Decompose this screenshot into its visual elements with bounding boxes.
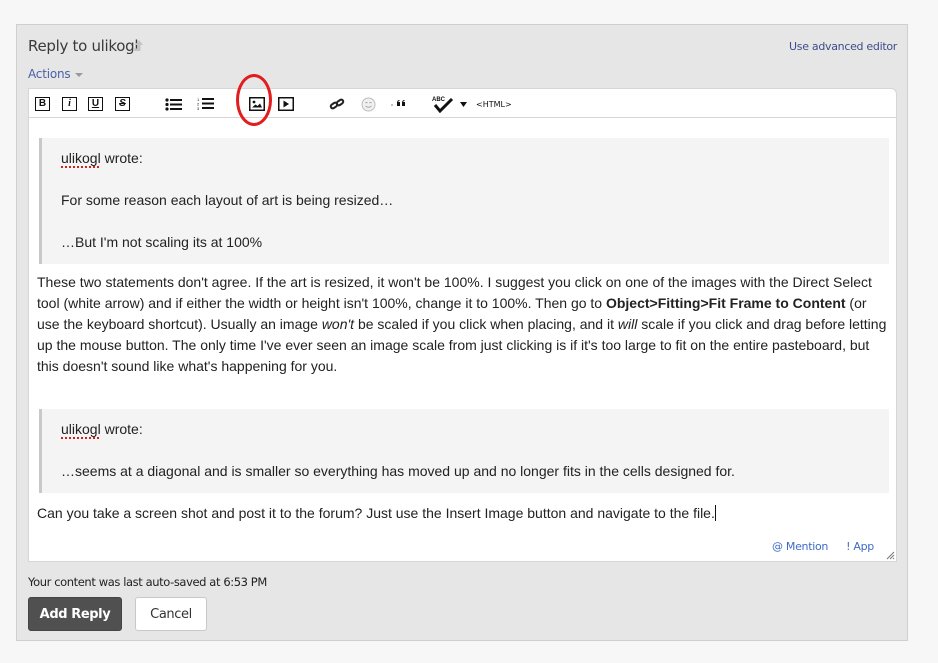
italic-icon: i [62, 97, 77, 111]
blockquote-button[interactable] [391, 97, 407, 111]
link-icon [329, 98, 345, 110]
spellcheck-button[interactable]: ABC [432, 94, 456, 114]
bold-icon: B [35, 97, 50, 111]
strikethrough-icon: S [115, 97, 130, 111]
italic-button[interactable]: i [62, 97, 77, 111]
reply-paragraph: Can you take a screen shot and post it t… [37, 503, 887, 524]
actions-dropdown[interactable]: Actions [28, 67, 84, 81]
reply-title: Reply to ulikogl [28, 37, 139, 55]
html-button[interactable]: <HTML> [476, 97, 512, 111]
rich-text-editor[interactable]: B i U S 1 2 3 ABC <HTML> ulikogl wrote: … [28, 74, 897, 562]
underline-button[interactable]: U [88, 97, 103, 111]
quote-wrote-label: wrote: [100, 421, 143, 437]
quote-text: …But I'm not scaling its at 100% [61, 234, 263, 250]
quote-author-line: ulikogl wrote: [61, 148, 143, 169]
use-advanced-editor-link[interactable]: Use advanced editor [789, 40, 897, 53]
quote-wrote-label: wrote: [100, 150, 143, 166]
cancel-button[interactable]: Cancel [135, 597, 207, 631]
spellcheck-dropdown[interactable] [460, 97, 467, 111]
editor-footer: @ Mention ! App [754, 540, 874, 553]
bold-button[interactable]: B [35, 97, 50, 111]
quote-author: ulikogl [61, 421, 101, 437]
play-icon [278, 97, 294, 111]
image-icon [249, 97, 265, 111]
resize-handle-icon[interactable] [885, 550, 895, 560]
quote-block: ulikogl wrote: …seems at a diagonal and … [39, 409, 889, 493]
insert-image-button[interactable] [249, 97, 265, 111]
numbered-list-icon: 1 2 3 [197, 97, 214, 111]
strikethrough-button[interactable]: S [115, 97, 130, 111]
underline-icon: U [88, 97, 103, 111]
mention-link[interactable]: @ Mention [772, 540, 828, 553]
bullet-list-icon [165, 97, 182, 111]
svg-text:3: 3 [197, 106, 200, 111]
editor-toolbar: B i U S 1 2 3 ABC <HTML> [29, 74, 896, 126]
upload-arrow-icon [133, 40, 143, 51]
chevron-down-icon [75, 72, 84, 77]
app-link[interactable]: ! App [846, 540, 874, 553]
insert-link-button[interactable] [329, 97, 345, 111]
svg-text:ABC: ABC [432, 97, 446, 103]
quote-block: ulikogl wrote: For some reason each layo… [39, 138, 889, 264]
insert-video-button[interactable] [278, 97, 294, 111]
text-cursor [714, 505, 716, 521]
italic-text: won't [321, 316, 355, 332]
reply-paragraph: These two statements don't agree. If the… [37, 272, 887, 377]
emoji-button[interactable] [361, 97, 376, 111]
spellcheck-icon: ABC [432, 97, 454, 113]
quote-author: ulikogl [61, 150, 101, 166]
bullet-list-button[interactable] [165, 97, 182, 111]
text-run: Can you take a screen shot and post it t… [37, 505, 715, 521]
autosave-status: Your content was last auto-saved at 6:53… [28, 575, 267, 589]
quote-text: For some reason each layout of art is be… [61, 192, 394, 208]
quote-text: …seems at a diagonal and is smaller so e… [61, 463, 735, 479]
text-run: be scaled if you click when placing, and… [354, 316, 618, 332]
bold-text: Object>Fitting>Fit Frame to Content [605, 295, 846, 311]
editor-content[interactable]: ulikogl wrote: For some reason each layo… [29, 119, 896, 561]
italic-text: will [617, 316, 638, 332]
add-reply-button[interactable]: Add Reply [28, 597, 122, 631]
actions-label: Actions [28, 67, 71, 81]
smiley-icon [361, 97, 376, 111]
numbered-list-button[interactable]: 1 2 3 [197, 97, 214, 111]
quote-icon [391, 100, 405, 106]
reply-panel: Reply to ulikogl Use advanced editor Act… [16, 24, 908, 641]
quote-author-line: ulikogl wrote: [61, 419, 143, 440]
caret-down-icon [460, 101, 467, 107]
